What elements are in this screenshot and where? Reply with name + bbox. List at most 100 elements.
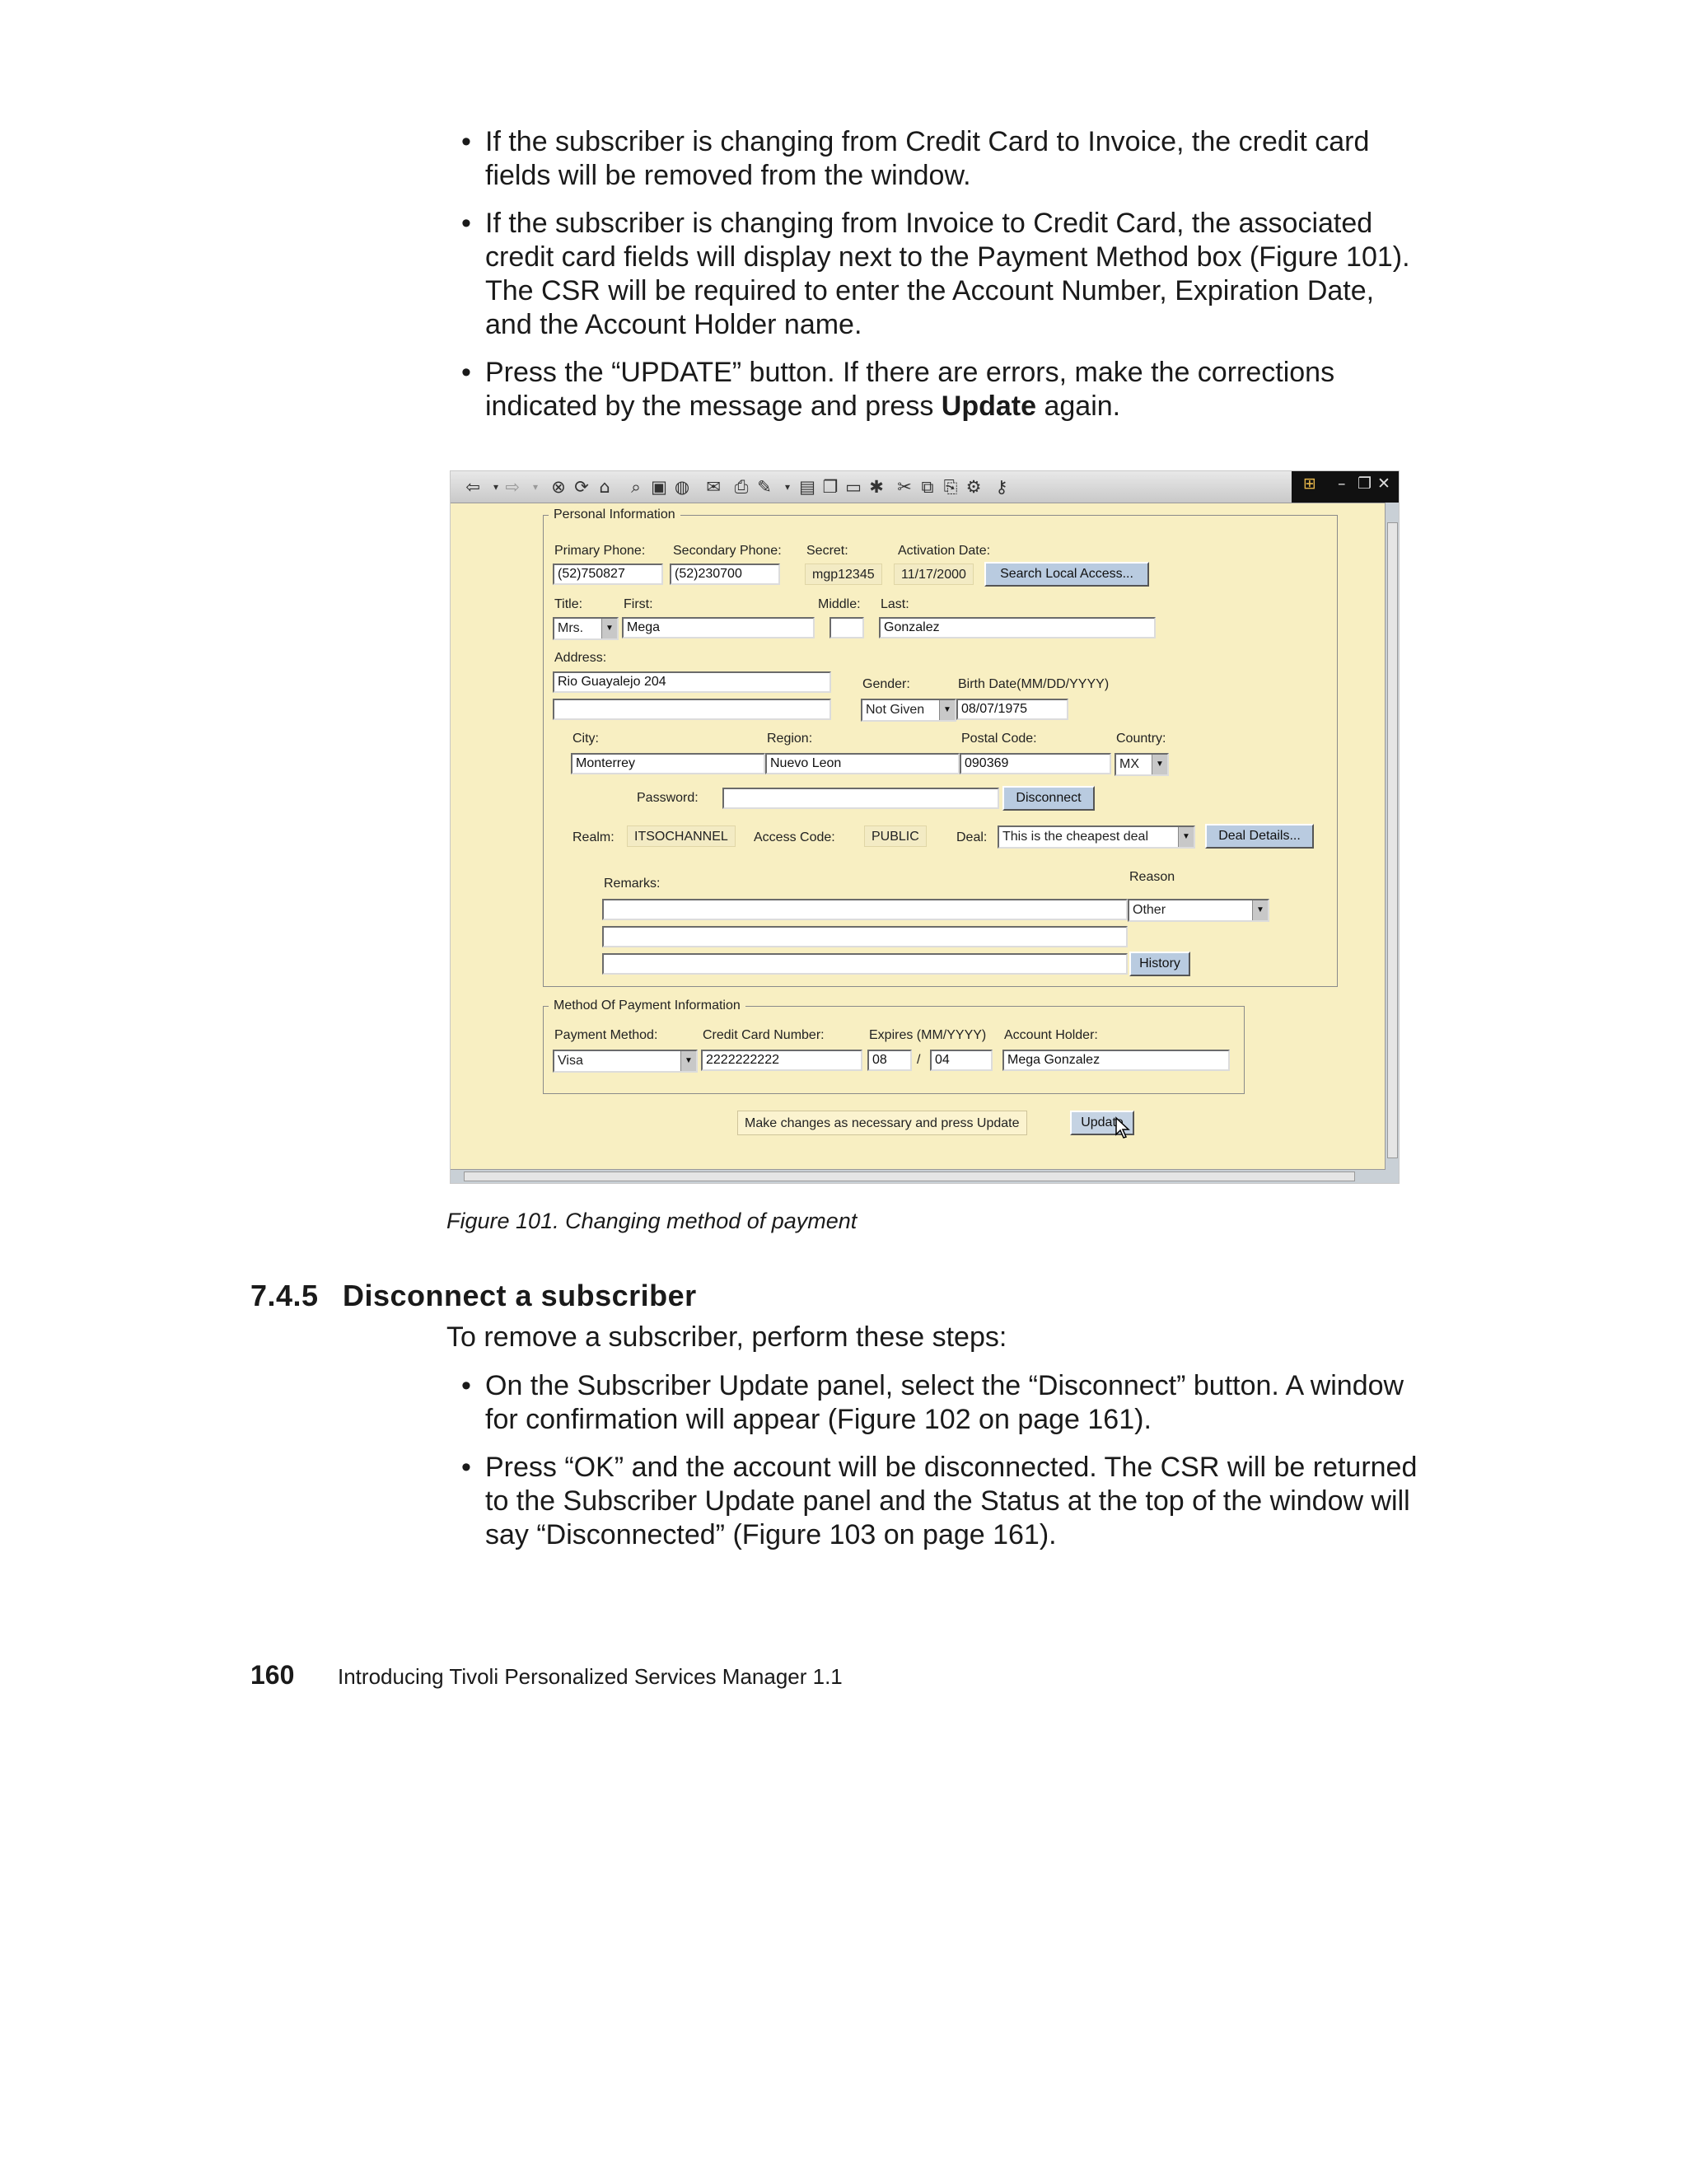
city-input[interactable]: Monterrey (571, 753, 765, 774)
first-name-input[interactable]: Mega (622, 617, 815, 638)
remarks-line3-input[interactable] (602, 953, 1128, 975)
reason-select-value: Other (1133, 903, 1166, 917)
home-icon[interactable]: ⌂ (594, 476, 615, 498)
middle-name-input[interactable] (829, 617, 864, 638)
window-controls: ⊞ – ❐ ✕ (1292, 471, 1399, 503)
bullet-list-top: • If the subscriber is changing from Cred… (461, 125, 1423, 437)
forward-icon[interactable]: ⇨ (502, 476, 523, 498)
password-label: Password: (637, 791, 699, 805)
credit-card-input[interactable]: 2222222222 (701, 1050, 862, 1071)
activation-date-value: 11/17/2000 (894, 564, 974, 585)
deal-select[interactable]: This is the cheapest deal ▼ (998, 825, 1195, 849)
chevron-down-icon[interactable]: ▾ (777, 476, 798, 498)
stop-icon[interactable]: ⊗ (548, 476, 569, 498)
disconnect-button[interactable]: Disconnect (1002, 786, 1095, 811)
group-legend: Method Of Payment Information (554, 998, 741, 1012)
secondary-phone-input[interactable]: (52)230700 (670, 564, 780, 585)
favorites-icon[interactable]: ▣ (648, 476, 670, 498)
last-name-input[interactable]: Gonzalez (879, 617, 1156, 638)
account-holder-label: Account Holder: (1004, 1028, 1098, 1042)
list-item: • If the subscriber is changing from Cred… (461, 125, 1423, 193)
chevron-down-icon[interactable]: ▼ (601, 619, 617, 638)
title-select[interactable]: Mrs. ▼ (553, 617, 619, 640)
bullet-icon: • (461, 126, 471, 157)
deal-details-button[interactable]: Deal Details... (1205, 824, 1314, 849)
tools-icon[interactable]: ✱ (866, 476, 887, 498)
copy-icon[interactable]: ⧉ (917, 476, 938, 498)
payment-method-label: Payment Method: (554, 1028, 658, 1042)
cut-icon[interactable]: ✂ (894, 476, 915, 498)
bullet-list-bottom: • On the Subscriber Update panel, select … (461, 1369, 1423, 1566)
group-legend: Personal Information (554, 507, 675, 521)
scrollbar-thumb[interactable] (464, 1172, 1355, 1181)
search-local-access-button[interactable]: Search Local Access... (984, 562, 1149, 587)
list-item: • Press “OK” and the account will be disc… (461, 1451, 1423, 1552)
chevron-down-icon[interactable]: ▾ (525, 476, 546, 498)
mail-icon[interactable]: ✉ (703, 476, 724, 498)
minimize-icon[interactable]: – (1338, 475, 1346, 493)
country-select[interactable]: MX ▼ (1115, 753, 1169, 776)
postal-code-input[interactable]: 090369 (960, 753, 1111, 774)
chevron-down-icon[interactable]: ▼ (1252, 900, 1268, 920)
page-icon[interactable]: ▤ (797, 476, 818, 498)
gender-label: Gender: (862, 677, 910, 691)
refresh-icon[interactable]: ⟳ (571, 476, 592, 498)
list-item-text: If the subscriber is changing from Credi… (485, 126, 1370, 191)
chevron-down-icon[interactable]: ▼ (680, 1051, 696, 1071)
page-number: 160 (250, 1660, 295, 1690)
chevron-down-icon[interactable]: ▼ (939, 700, 955, 720)
paste-icon[interactable]: ⎘ (940, 476, 961, 498)
address-line2-input[interactable] (553, 699, 831, 720)
horizontal-scrollbar[interactable] (451, 1169, 1386, 1183)
region-label: Region: (767, 732, 813, 746)
list-item-text: On the Subscriber Update panel, select t… (485, 1370, 1404, 1435)
list-item-text: Press the “UPDATE” button. If there are … (485, 357, 1335, 422)
city-label: City: (572, 732, 599, 746)
expires-year-input[interactable]: 04 (930, 1050, 993, 1071)
access-code-value: PUBLIC (864, 825, 927, 847)
settings-icon[interactable]: ⚙ (963, 476, 984, 498)
gender-select-value: Not Given (866, 703, 925, 717)
search-icon[interactable]: ⌕ (625, 476, 647, 498)
region-input[interactable]: Nuevo Leon (765, 753, 960, 774)
list-item-text-end: again. (1036, 391, 1121, 422)
payment-method-select[interactable]: Visa ▼ (553, 1050, 698, 1073)
activation-date-label: Activation Date: (898, 544, 991, 558)
key-icon[interactable]: ⚷ (991, 476, 1012, 498)
birth-date-label: Birth Date(MM/DD/YYYY) (958, 677, 1110, 691)
subscriber-update-screenshot: ⇦ ▾ ⇨ ▾ ⊗ ⟳ ⌂ ⌕ ▣ ◍ ✉ ⎙ ✎ ▾ ▤ ❐ ▭ ✱ ✂ ⧉ … (451, 471, 1399, 1183)
back-icon[interactable]: ⇦ (462, 476, 484, 498)
address-line1-input[interactable]: Rio Guayalejo 204 (553, 671, 831, 693)
bullet-icon: • (461, 357, 471, 388)
browser-toolbar: ⇦ ▾ ⇨ ▾ ⊗ ⟳ ⌂ ⌕ ▣ ◍ ✉ ⎙ ✎ ▾ ▤ ❐ ▭ ✱ ✂ ⧉ … (451, 471, 1399, 503)
account-holder-input[interactable]: Mega Gonzalez (1002, 1050, 1230, 1071)
history-icon[interactable]: ◍ (671, 476, 693, 498)
remarks-line2-input[interactable] (602, 926, 1128, 947)
discuss-icon[interactable]: ❐ (820, 476, 841, 498)
update-keyword: Update (941, 391, 1037, 422)
country-label: Country: (1116, 732, 1166, 746)
chevron-down-icon[interactable]: ▼ (1178, 827, 1194, 847)
middle-name-label: Middle: (818, 597, 861, 611)
print-icon[interactable]: ⎙ (731, 476, 752, 498)
gender-select[interactable]: Not Given ▼ (861, 699, 956, 722)
chevron-down-icon[interactable]: ▼ (1152, 755, 1167, 774)
figure-caption: Figure 101. Changing method of payment (446, 1209, 858, 1233)
close-icon[interactable]: ✕ (1377, 475, 1390, 493)
restore-icon[interactable]: ❐ (1358, 475, 1372, 493)
list-item: • If the subscriber is changing from Invo… (461, 207, 1423, 342)
history-button[interactable]: History (1129, 952, 1190, 976)
primary-phone-input[interactable]: (52)750827 (553, 564, 663, 585)
scrollbar-thumb[interactable] (1387, 522, 1398, 1158)
vertical-scrollbar[interactable] (1385, 503, 1399, 1183)
password-input[interactable] (722, 788, 999, 809)
expires-month-input[interactable]: 08 (867, 1050, 912, 1071)
bullet-icon: • (461, 1452, 471, 1483)
title-select-value: Mrs. (558, 621, 584, 635)
birth-date-input[interactable]: 08/07/1975 (956, 699, 1068, 720)
reason-select[interactable]: Other ▼ (1128, 899, 1269, 922)
edit-icon[interactable]: ✎ (754, 476, 775, 498)
remarks-line1-input[interactable] (602, 899, 1128, 920)
reason-label: Reason (1129, 870, 1175, 884)
window-icon[interactable]: ▭ (843, 476, 864, 498)
